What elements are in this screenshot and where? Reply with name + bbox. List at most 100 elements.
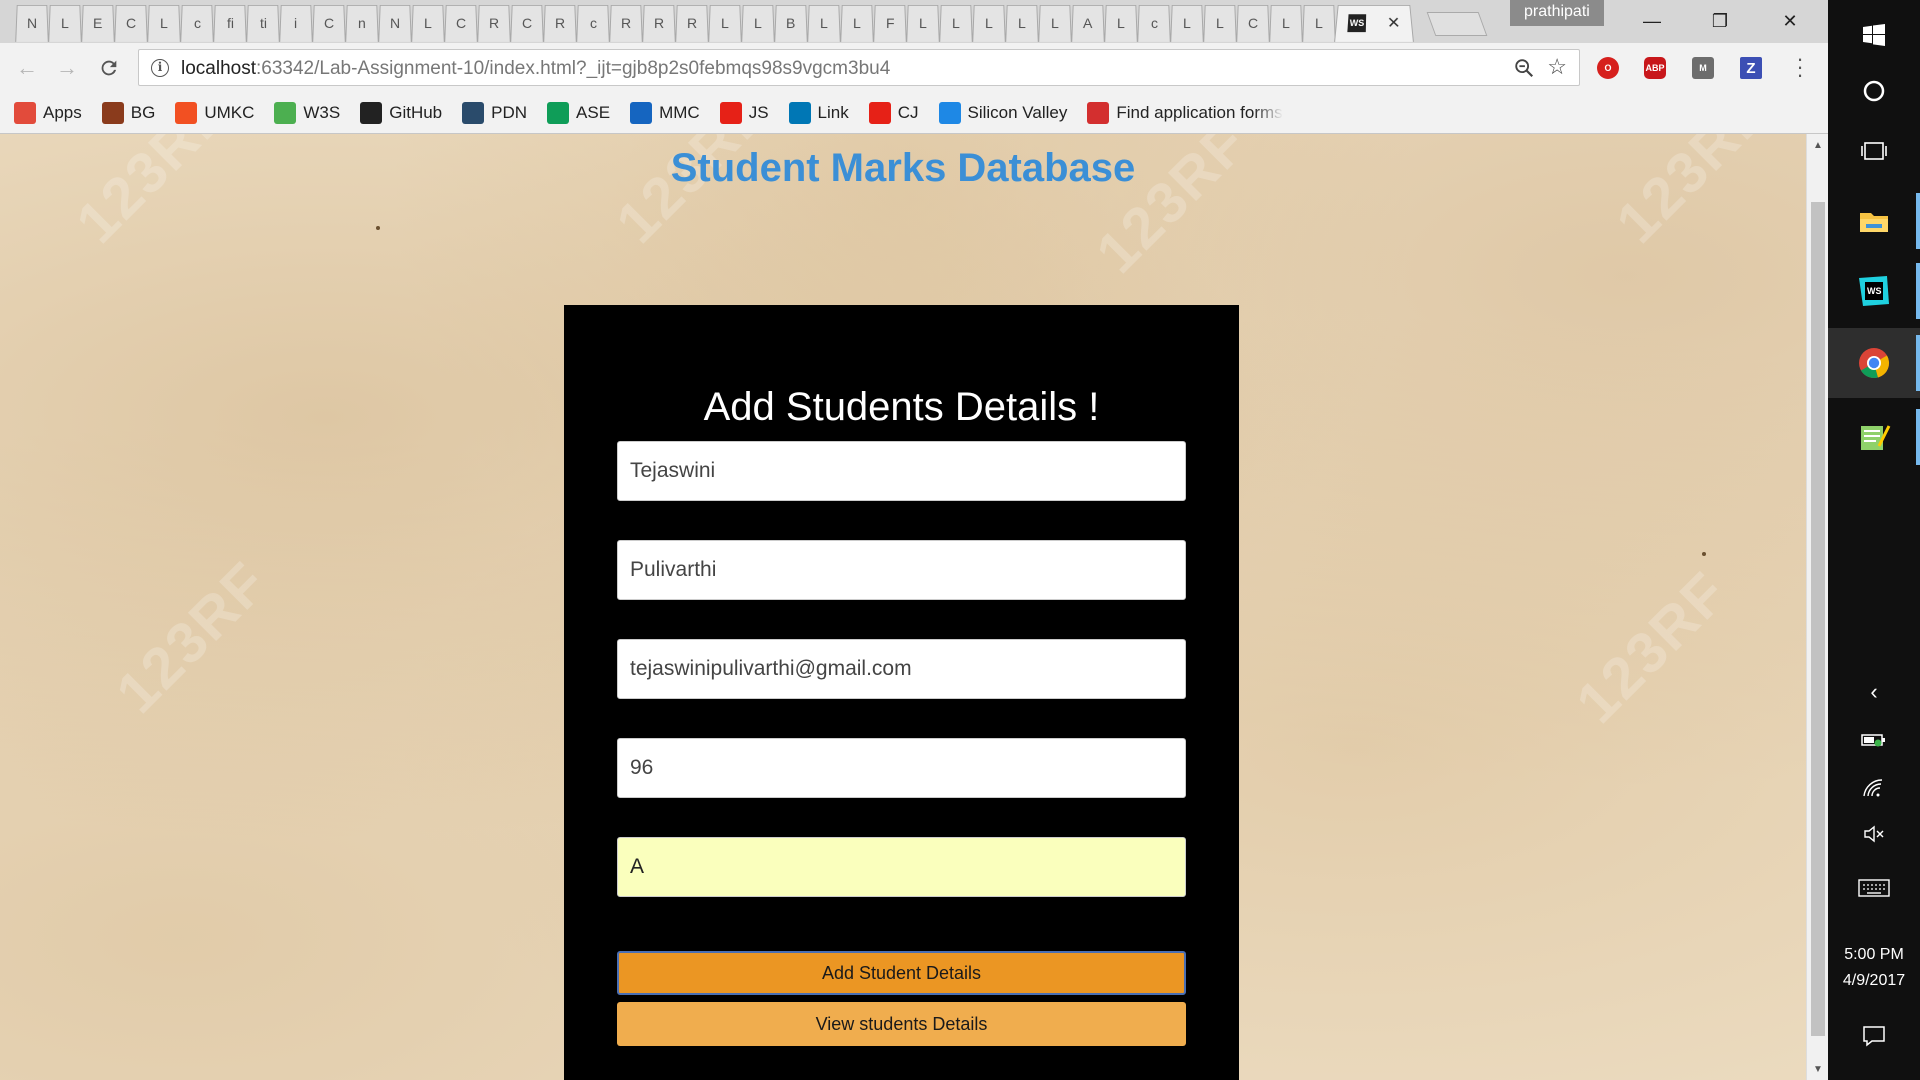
browser-tab[interactable]: C [312,4,346,42]
opera-extension-icon[interactable]: O [1597,57,1619,79]
bookmark-item[interactable]: Find application forms [1087,101,1283,124]
browser-tab[interactable]: F [873,4,907,42]
close-tab-icon[interactable]: ✕ [1387,13,1401,33]
browser-tab[interactable]: L [708,4,742,42]
browser-tab[interactable]: L [741,4,775,42]
browser-tab[interactable]: L [1203,4,1237,42]
browser-tab[interactable]: C [1236,4,1270,42]
browser-tab[interactable]: L [1302,4,1336,42]
browser-tab[interactable]: L [1269,4,1303,42]
page-scrollbar[interactable]: ▲ ▼ [1806,134,1828,1080]
first-name-input[interactable] [617,441,1186,501]
touch-keyboard-button[interactable] [1828,876,1920,900]
browser-tab[interactable]: C [510,4,544,42]
browser-tab[interactable]: c [180,4,214,42]
browser-tab[interactable]: L [972,4,1006,42]
browser-tab[interactable]: c [1137,4,1171,42]
bookmark-item[interactable]: ASE [547,101,610,124]
browser-tab[interactable]: L [411,4,445,42]
profile-button[interactable]: prathipati [1510,0,1604,26]
battery-tray[interactable] [1828,728,1920,752]
adblock-extension-icon[interactable]: ABP [1644,57,1666,79]
menu-kebab-icon[interactable]: · · · [1790,48,1810,86]
browser-tab[interactable]: N [378,4,412,42]
taskbar-notepad[interactable] [1828,402,1920,472]
browser-tab[interactable]: C [444,4,478,42]
bookmark-item[interactable]: Apps [14,101,82,124]
bookmark-star-icon[interactable]: ☆ [1547,54,1567,80]
wifi-tray[interactable] [1828,776,1920,800]
forward-button[interactable]: → [52,53,82,83]
grade-input[interactable] [617,837,1186,897]
browser-tab[interactable]: L [1170,4,1204,42]
info-icon[interactable]: i [151,59,169,77]
scroll-down-arrow-icon[interactable]: ▼ [1807,1060,1829,1080]
url-text[interactable]: localhost:63342/Lab-Assignment-10/index.… [181,58,890,80]
taskbar-webstorm[interactable]: WS [1828,256,1920,326]
browser-tab[interactable]: c [576,4,610,42]
taskbar-chrome[interactable] [1828,328,1920,398]
address-bar[interactable]: i localhost:63342/Lab-Assignment-10/inde… [138,49,1580,86]
bookmark-item[interactable]: UMKC [175,101,255,124]
zoom-icon[interactable] [1513,57,1535,79]
browser-tab[interactable]: R [543,4,577,42]
bookmark-label: UMKC [204,102,255,122]
bookmark-item[interactable]: W3S [274,101,340,124]
browser-tab[interactable]: L [48,4,82,42]
browser-tab[interactable]: L [147,4,181,42]
bookmark-item[interactable]: BG [101,101,155,124]
bookmark-item[interactable]: Link [788,101,849,124]
scroll-up-arrow-icon[interactable]: ▲ [1807,136,1829,156]
browser-tab[interactable]: R [675,4,709,42]
bookmark-item[interactable]: GitHub [360,101,442,124]
bookmark-item[interactable]: JS [719,101,769,124]
browser-tab[interactable]: A [1071,4,1105,42]
browser-tab[interactable]: n [345,4,379,42]
m-extension-icon[interactable]: M [1692,57,1714,79]
task-view-button[interactable] [1828,116,1920,186]
browser-tab[interactable]: R [642,4,676,42]
browser-tab[interactable]: fi [213,4,247,42]
browser-tab[interactable]: E [81,4,115,42]
scrollbar-thumb[interactable] [1811,202,1825,1036]
browser-tab[interactable]: L [906,4,940,42]
browser-tab[interactable]: L [1038,4,1072,42]
bookmark-item[interactable]: PDN [462,101,527,124]
new-tab-button[interactable] [1426,12,1488,36]
browser-tab[interactable]: R [609,4,643,42]
browser-tab[interactable]: N [15,4,49,42]
taskbar-clock[interactable]: 5:00 PM 4/9/2017 [1828,942,1920,994]
bookmark-item[interactable]: CJ [868,101,919,124]
browser-tab[interactable]: i [279,4,313,42]
taskbar-file-explorer[interactable] [1828,186,1920,256]
apps-grid-icon [14,101,36,124]
browser-tab-active[interactable]: WS ✕ [1334,4,1414,42]
browser-tab[interactable]: ti [246,4,280,42]
bookmark-label: Find application forms [1116,102,1283,122]
action-center-button[interactable] [1828,1024,1920,1048]
tab-favicon-letter: B [786,15,796,32]
email-input[interactable] [617,639,1186,699]
bookmark-item[interactable]: MMC [630,101,700,124]
volume-tray[interactable] [1828,822,1920,846]
browser-tab[interactable]: C [114,4,148,42]
minimize-button[interactable]: — [1620,0,1684,43]
back-button[interactable]: ← [12,53,42,83]
show-hidden-icons-button[interactable]: ‹ [1828,679,1920,704]
reload-button[interactable] [94,53,124,83]
restore-button[interactable]: ❐ [1688,0,1752,43]
view-students-button[interactable]: View students Details [617,1002,1186,1046]
z-extension-icon[interactable]: Z [1740,57,1762,79]
close-window-button[interactable]: ✕ [1758,0,1822,43]
bookmark-item[interactable]: Silicon Valley [938,101,1067,124]
browser-tab[interactable]: L [807,4,841,42]
browser-tab[interactable]: L [840,4,874,42]
browser-tab[interactable]: R [477,4,511,42]
browser-tab[interactable]: L [939,4,973,42]
browser-tab[interactable]: B [774,4,808,42]
add-student-button[interactable]: Add Student Details [617,951,1186,995]
browser-tab[interactable]: L [1005,4,1039,42]
marks-input[interactable] [617,738,1186,798]
last-name-input[interactable] [617,540,1186,600]
browser-tab[interactable]: L [1104,4,1138,42]
